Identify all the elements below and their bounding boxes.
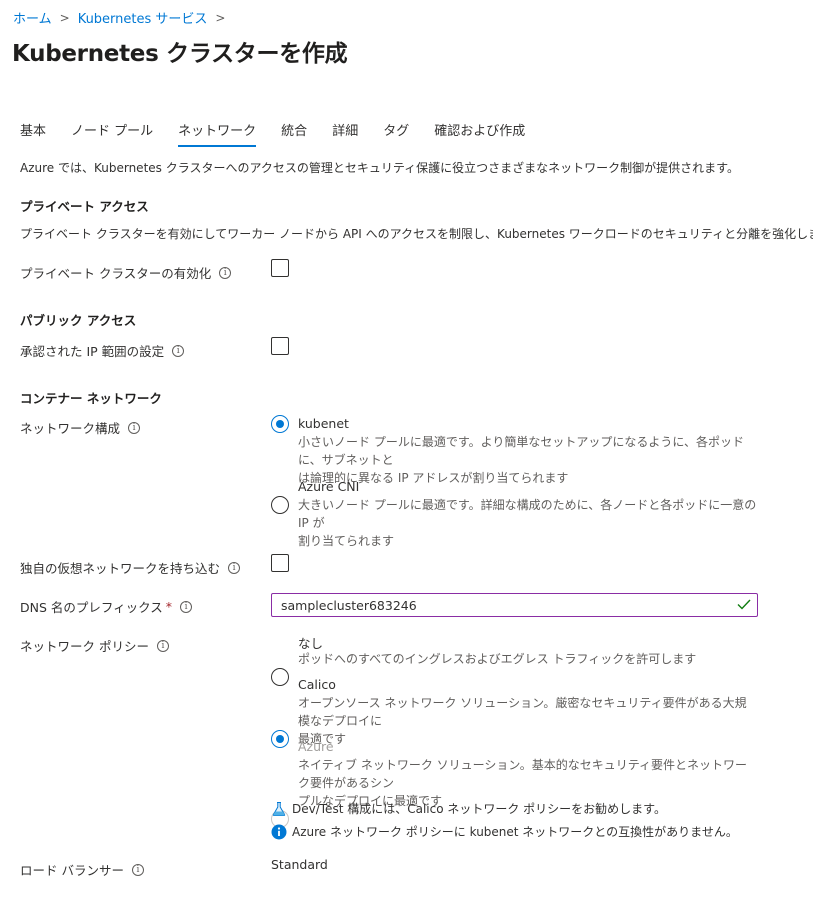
- chevron-right-icon: >: [215, 10, 226, 25]
- tab-bar: 基本 ノード プール ネットワーク 統合 詳細 タグ 確認および作成: [20, 120, 550, 147]
- byo-vnet-checkbox[interactable]: [271, 554, 289, 572]
- breadcrumb-kubernetes-link[interactable]: Kubernetes サービス: [78, 8, 208, 27]
- network-policy-label-text: ネットワーク ポリシー: [20, 639, 149, 654]
- kubenet-description: 小さいノード プールに最適です。より簡単なセットアップになるように、各ポッドに、…: [298, 433, 758, 487]
- compat-note: Azure ネットワーク ポリシーに kubenet ネットワークとの互換性があ…: [271, 823, 738, 840]
- kubenet-desc-line1: 小さいノード プールに最適です。より簡単なセットアップになるように、各ポッドに、…: [298, 435, 745, 467]
- azure-cni-description: 大きいノード プールに最適です。詳細な構成のために、各ノードと各ポッドに一意の …: [298, 496, 758, 550]
- azure-cni-desc-line1: 大きいノード プールに最適です。詳細な構成のために、各ノードと各ポッドに一意の …: [298, 498, 757, 530]
- devtest-note-text: Dev/Test 構成には、Calico ネットワーク ポリシーをお勧めします。: [292, 802, 666, 816]
- tab-advanced[interactable]: 詳細: [332, 120, 358, 147]
- flask-icon: [272, 801, 286, 816]
- tab-integrations[interactable]: 統合: [281, 120, 307, 147]
- network-config-label: ネットワーク構成 i: [20, 418, 141, 437]
- azure-cni-radio[interactable]: [271, 496, 289, 514]
- breadcrumb: ホーム > Kubernetes サービス >: [13, 8, 233, 28]
- policy-azure-title: Azure: [298, 739, 334, 754]
- info-icon[interactable]: i: [131, 863, 144, 876]
- network-policy-label: ネットワーク ポリシー i: [20, 636, 169, 655]
- checkmark-icon: [737, 599, 751, 610]
- private-cluster-label: プライベート クラスターの有効化 i: [20, 263, 232, 282]
- policy-calico-radio[interactable]: [271, 730, 289, 748]
- info-filled-icon: [271, 824, 287, 839]
- dns-prefix-field[interactable]: [271, 593, 758, 617]
- info-icon[interactable]: i: [156, 639, 169, 652]
- public-access-heading: パブリック アクセス: [20, 313, 137, 328]
- dns-prefix-label: DNS 名のプレフィックス * i: [20, 597, 193, 616]
- devtest-note: Dev/Test 構成には、Calico ネットワーク ポリシーをお勧めします。: [271, 800, 666, 817]
- tab-review-create[interactable]: 確認および作成: [434, 120, 525, 147]
- azure-cni-title: Azure CNI: [298, 479, 360, 494]
- breadcrumb-home-link[interactable]: ホーム: [13, 8, 52, 27]
- info-icon[interactable]: i: [228, 561, 241, 574]
- required-asterisk: *: [165, 599, 173, 614]
- private-cluster-checkbox[interactable]: [271, 259, 289, 277]
- policy-calico-title: Calico: [298, 677, 336, 692]
- load-balancer-label: ロード バランサー i: [20, 860, 144, 879]
- kubenet-radio[interactable]: [271, 415, 289, 433]
- tab-tags[interactable]: タグ: [383, 120, 409, 147]
- byo-vnet-label-text: 独自の仮想ネットワークを持ち込む: [20, 561, 221, 576]
- private-access-description: プライベート クラスターを有効にしてワーカー ノードから API へのアクセスを…: [20, 227, 813, 241]
- container-network-heading: コンテナー ネットワーク: [20, 391, 162, 406]
- policy-calico-desc-line2: 最適です: [298, 732, 347, 746]
- more-options-icon[interactable]: …: [331, 38, 348, 57]
- private-access-heading: プライベート アクセス: [20, 199, 149, 214]
- kubenet-title: kubenet: [298, 416, 349, 431]
- policy-none-description: ポッドへのすべてのイングレスおよびエグレス トラフィックを許可します: [298, 650, 758, 668]
- byo-vnet-label: 独自の仮想ネットワークを持ち込む i: [20, 558, 241, 577]
- dns-prefix-input[interactable]: [272, 594, 712, 616]
- policy-azure-desc-line1: ネイティブ ネットワーク ソリューション。基本的なセキュリティ要件とネットワーク…: [298, 758, 747, 790]
- tab-networking[interactable]: ネットワーク: [178, 120, 257, 147]
- authorized-ip-checkbox[interactable]: [271, 337, 289, 355]
- info-icon[interactable]: i: [180, 600, 193, 613]
- dns-prefix-label-text: DNS 名のプレフィックス: [20, 600, 163, 615]
- policy-none-radio[interactable]: [271, 668, 289, 686]
- tab-node-pools[interactable]: ノード プール: [71, 120, 153, 147]
- azure-cni-desc-line2: 割り当てられます: [298, 534, 395, 548]
- chevron-right-icon: >: [59, 10, 70, 25]
- intro-text: Azure では、Kubernetes クラスターへのアクセスの管理とセキュリテ…: [20, 161, 739, 175]
- compat-note-text: Azure ネットワーク ポリシーに kubenet ネットワークとの互換性があ…: [292, 825, 738, 839]
- policy-calico-desc-line1: オープンソース ネットワーク ソリューション。厳密なセキュリティ要件がある大規模…: [298, 696, 747, 728]
- info-icon[interactable]: i: [172, 344, 185, 357]
- authorized-ip-label: 承認された IP 範囲の設定 i: [20, 341, 185, 360]
- policy-calico-description: オープンソース ネットワーク ソリューション。厳密なセキュリティ要件がある大規模…: [298, 694, 758, 748]
- load-balancer-label-text: ロード バランサー: [20, 863, 124, 878]
- page-title: Kubernetes クラスターを作成: [12, 41, 348, 67]
- info-icon[interactable]: i: [128, 421, 141, 434]
- tab-basics[interactable]: 基本: [20, 120, 46, 147]
- policy-none-desc-line1: ポッドへのすべてのイングレスおよびエグレス トラフィックを許可します: [298, 652, 697, 666]
- authorized-ip-label-text: 承認された IP 範囲の設定: [20, 344, 165, 359]
- network-config-label-text: ネットワーク構成: [20, 421, 121, 436]
- kubenet-desc-line2: は論理的に異なる IP アドレスが割り当てられます: [298, 471, 569, 485]
- load-balancer-value: Standard: [271, 857, 328, 872]
- info-icon[interactable]: i: [219, 266, 232, 279]
- private-cluster-label-text: プライベート クラスターの有効化: [20, 266, 212, 281]
